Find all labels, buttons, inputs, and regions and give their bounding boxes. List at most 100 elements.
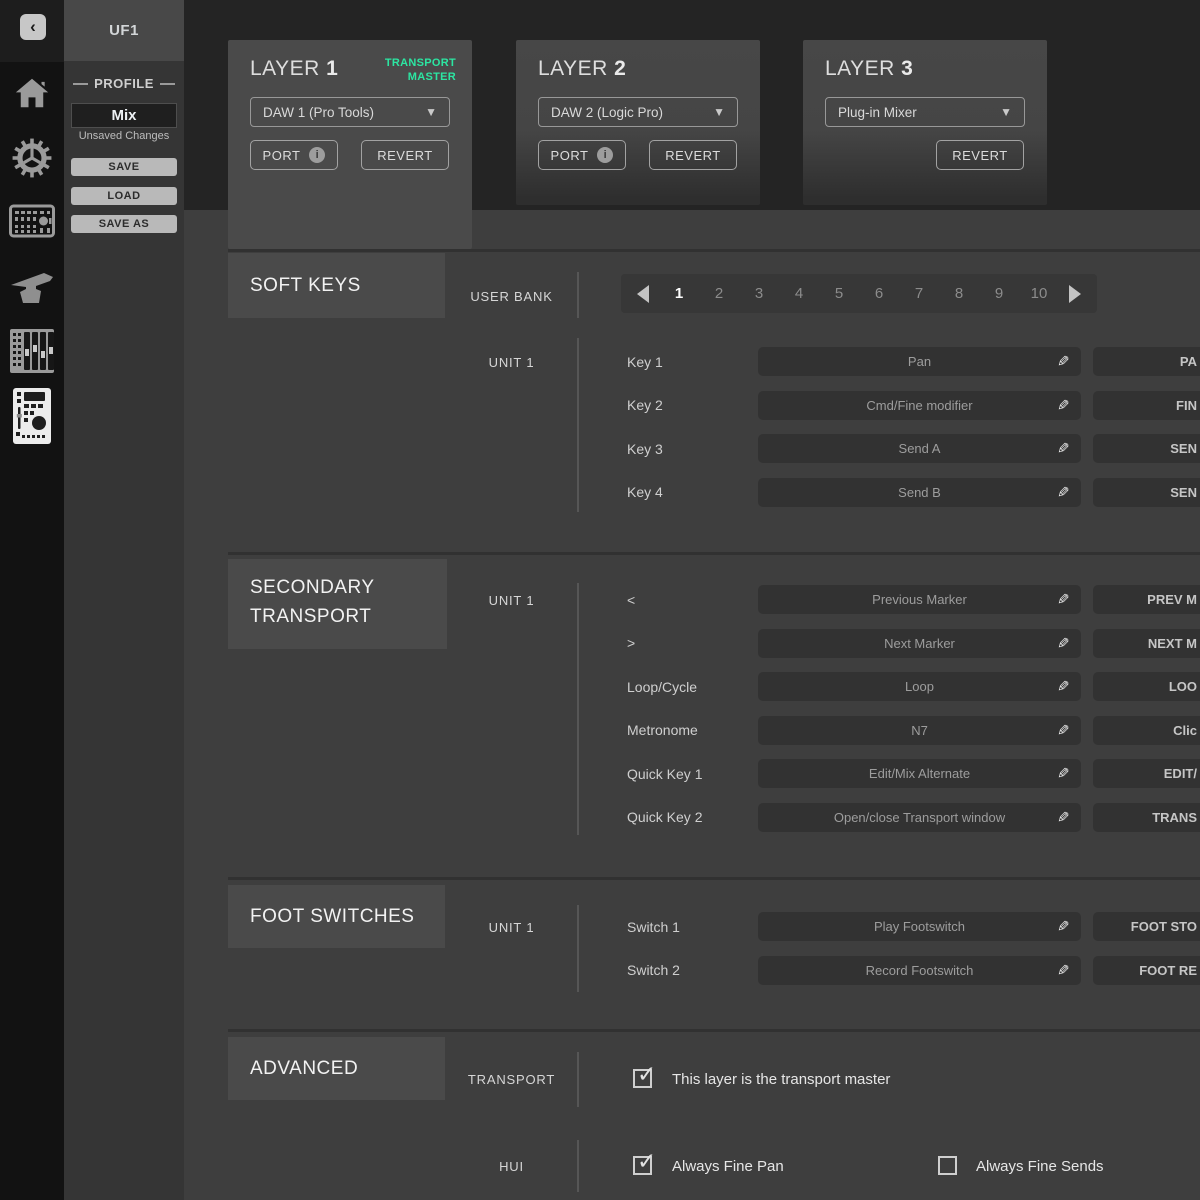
softkey-4-value: Send B bbox=[758, 478, 1081, 507]
console-icon[interactable] bbox=[0, 264, 64, 312]
info-icon: i bbox=[597, 147, 613, 163]
layer-2-daw-select[interactable]: DAW 2 (Logic Pro) ▼ bbox=[538, 97, 738, 127]
collapse-sidebar-button[interactable]: ‹ bbox=[20, 14, 46, 40]
quick-key-2-value-button[interactable]: Open/close Transport window ✎ bbox=[758, 803, 1081, 832]
soft-keys-section-header: SOFT KEYS bbox=[228, 253, 445, 318]
prev-marker-display-button[interactable]: PREV M bbox=[1093, 585, 1200, 614]
transport-row-label: Quick Key 1 bbox=[627, 764, 702, 784]
home-icon[interactable] bbox=[0, 74, 64, 112]
softkey-4-value-button[interactable]: Send B ✎ bbox=[758, 478, 1081, 507]
metronome-display: Clic bbox=[1173, 723, 1197, 738]
softkey-2-display-button[interactable]: FIN bbox=[1093, 391, 1200, 420]
softkey-1-value-button[interactable]: Pan ✎ bbox=[758, 347, 1081, 376]
edit-pencil-icon: ✎ bbox=[1057, 439, 1070, 457]
loop-value-button[interactable]: Loop ✎ bbox=[758, 672, 1081, 701]
layer-1-card[interactable]: LAYER 1 TRANSPORT MASTER DAW 1 (Pro Tool… bbox=[228, 40, 472, 249]
softkey-2-value-button[interactable]: Cmd/Fine modifier ✎ bbox=[758, 391, 1081, 420]
bank-page-4[interactable]: 4 bbox=[789, 285, 809, 302]
layer-1-revert-button[interactable]: REVERT bbox=[361, 140, 449, 170]
switch-2-value: Record Footswitch bbox=[758, 956, 1081, 985]
prev-marker-value-button[interactable]: Previous Marker ✎ bbox=[758, 585, 1081, 614]
layer-3-daw-value: Plug-in Mixer bbox=[838, 105, 917, 120]
next-marker-value: Next Marker bbox=[758, 629, 1081, 658]
bank-page-2[interactable]: 2 bbox=[709, 285, 729, 302]
bank-page-6[interactable]: 6 bbox=[869, 285, 889, 302]
edit-pencil-icon: ✎ bbox=[1057, 764, 1070, 782]
next-marker-value-button[interactable]: Next Marker ✎ bbox=[758, 629, 1081, 658]
bank-page-3[interactable]: 3 bbox=[749, 285, 769, 302]
check-icon: ✓ bbox=[637, 1061, 656, 1088]
app-sidebar: ‹ bbox=[0, 0, 64, 1200]
layer-2-port-button[interactable]: PORT i bbox=[538, 140, 626, 170]
metronome-display-button[interactable]: Clic bbox=[1093, 716, 1200, 745]
uf1-device-icon[interactable] bbox=[0, 387, 64, 445]
bank-page-8[interactable]: 8 bbox=[949, 285, 969, 302]
uc1-controller-icon[interactable] bbox=[0, 204, 64, 238]
chevron-down-icon: ▼ bbox=[713, 105, 725, 119]
always-fine-sends-checkbox[interactable] bbox=[938, 1156, 957, 1175]
secondary-transport-section-header: SECONDARY TRANSPORT bbox=[228, 559, 447, 649]
check-icon: ✓ bbox=[637, 1148, 656, 1175]
foot-switches-section-header: FOOT SWITCHES bbox=[228, 885, 445, 948]
edit-pencil-icon: ✎ bbox=[1057, 590, 1070, 608]
section-separator bbox=[228, 877, 1200, 880]
layer-2-revert-button[interactable]: REVERT bbox=[649, 140, 737, 170]
next-marker-display-button[interactable]: NEXT M bbox=[1093, 629, 1200, 658]
profile-name-field[interactable]: Mix bbox=[71, 103, 177, 128]
softkey-row-label: Key 4 bbox=[627, 482, 663, 502]
unit-label: UNIT 1 bbox=[446, 355, 577, 370]
bank-page-9[interactable]: 9 bbox=[989, 285, 1009, 302]
transport-column-label: TRANSPORT bbox=[446, 1072, 577, 1087]
switch-2-display-button[interactable]: FOOT RE bbox=[1093, 956, 1200, 985]
bank-page-10[interactable]: 10 bbox=[1029, 285, 1049, 302]
next-marker-display: NEXT M bbox=[1148, 636, 1197, 651]
bank-page-1[interactable]: 1 bbox=[669, 285, 689, 302]
unit-label: UNIT 1 bbox=[446, 920, 577, 935]
edit-pencil-icon: ✎ bbox=[1057, 961, 1070, 979]
switch-2-value-button[interactable]: Record Footswitch ✎ bbox=[758, 956, 1081, 985]
quick-key-1-value-button[interactable]: Edit/Mix Alternate ✎ bbox=[758, 759, 1081, 788]
settings-gear-icon[interactable] bbox=[0, 137, 64, 179]
softkey-1-display-button[interactable]: PA bbox=[1093, 347, 1200, 376]
quick-key-1-display-button[interactable]: EDIT/ bbox=[1093, 759, 1200, 788]
column-divider bbox=[577, 905, 579, 992]
softkey-3-value-button[interactable]: Send A ✎ bbox=[758, 434, 1081, 463]
port-label: PORT bbox=[263, 148, 301, 163]
layer-3-revert-button[interactable]: REVERT bbox=[936, 140, 1024, 170]
layer-1-daw-select[interactable]: DAW 1 (Pro Tools) ▼ bbox=[250, 97, 450, 127]
layer-3-daw-select[interactable]: Plug-in Mixer ▼ bbox=[825, 97, 1025, 127]
transport-master-checkbox[interactable]: ✓ bbox=[633, 1069, 652, 1088]
revert-label: REVERT bbox=[665, 148, 721, 163]
quick-key-2-value: Open/close Transport window bbox=[758, 803, 1081, 832]
user-bank-label: USER BANK bbox=[446, 289, 577, 304]
softkey-3-display-button[interactable]: SEN bbox=[1093, 434, 1200, 463]
save-button[interactable]: SAVE bbox=[71, 158, 177, 176]
loop-display-button[interactable]: LOO bbox=[1093, 672, 1200, 701]
edit-pencil-icon: ✎ bbox=[1057, 808, 1070, 826]
switch-1-display: FOOT STO bbox=[1131, 919, 1197, 934]
column-divider bbox=[577, 272, 579, 318]
quick-key-2-display-button[interactable]: TRANS bbox=[1093, 803, 1200, 832]
save-as-button[interactable]: SAVE AS bbox=[71, 215, 177, 233]
section-separator bbox=[228, 552, 1200, 555]
softkey-2-value: Cmd/Fine modifier bbox=[758, 391, 1081, 420]
layer-2-card[interactable]: LAYER 2 DAW 2 (Logic Pro) ▼ PORT i REVER… bbox=[516, 40, 760, 205]
uf8-mixer-icon[interactable] bbox=[0, 327, 64, 375]
column-divider bbox=[577, 338, 579, 512]
bank-next-icon[interactable] bbox=[1069, 285, 1081, 303]
softkey-3-value: Send A bbox=[758, 434, 1081, 463]
always-fine-pan-checkbox[interactable]: ✓ bbox=[633, 1156, 652, 1175]
softkey-4-display-button[interactable]: SEN bbox=[1093, 478, 1200, 507]
bank-page-5[interactable]: 5 bbox=[829, 285, 849, 302]
metronome-value-button[interactable]: N7 ✎ bbox=[758, 716, 1081, 745]
transport-master-checkbox-label: This layer is the transport master bbox=[672, 1071, 890, 1088]
switch-1-value-button[interactable]: Play Footswitch ✎ bbox=[758, 912, 1081, 941]
layer-2-daw-value: DAW 2 (Logic Pro) bbox=[551, 105, 663, 120]
layer-1-port-button[interactable]: PORT i bbox=[250, 140, 338, 170]
bank-page-7[interactable]: 7 bbox=[909, 285, 929, 302]
column-divider bbox=[577, 1140, 579, 1192]
load-button[interactable]: LOAD bbox=[71, 187, 177, 205]
switch-1-display-button[interactable]: FOOT STO bbox=[1093, 912, 1200, 941]
bank-prev-icon[interactable] bbox=[637, 285, 649, 303]
layer-3-card[interactable]: LAYER 3 Plug-in Mixer ▼ REVERT bbox=[803, 40, 1047, 205]
